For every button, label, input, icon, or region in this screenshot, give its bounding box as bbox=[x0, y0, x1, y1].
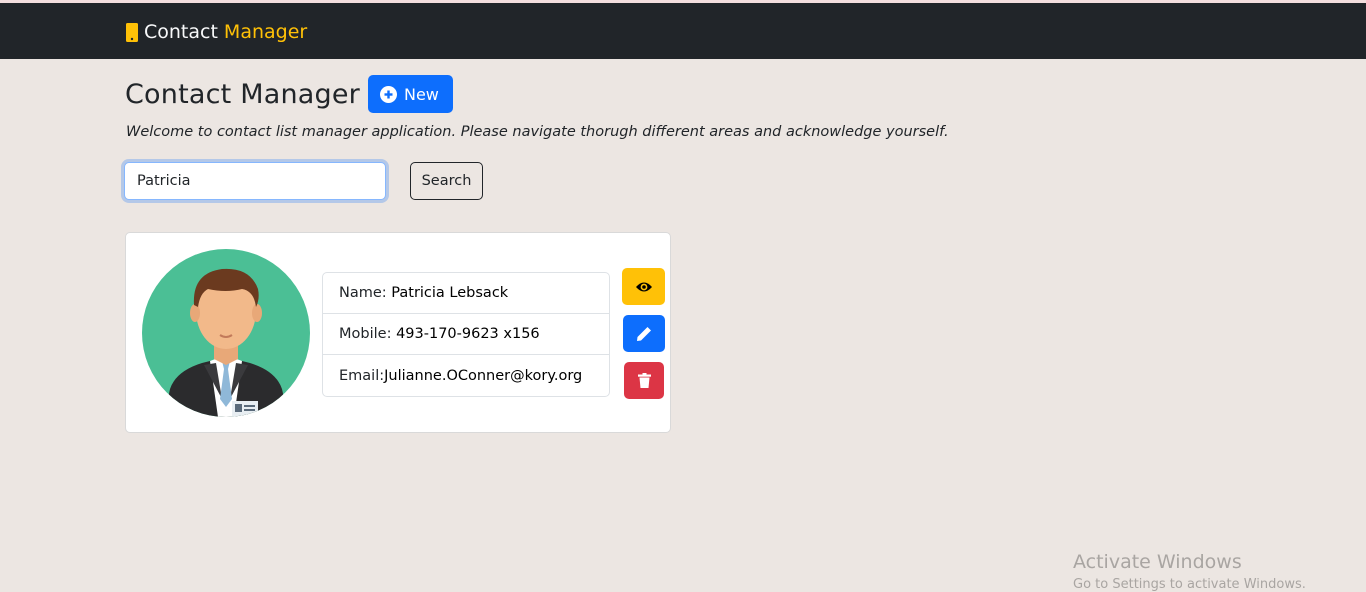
welcome-text: Welcome to contact list manager applicat… bbox=[126, 124, 949, 140]
contact-name-row: Name: Patricia Lebsack bbox=[323, 273, 609, 314]
contact-mobile: 493-170-9623 x156 bbox=[396, 326, 540, 342]
contact-name: Patricia Lebsack bbox=[391, 285, 509, 301]
contact-details-list: Name: Patricia Lebsack Mobile: 493-170-9… bbox=[322, 272, 610, 397]
edit-contact-button[interactable] bbox=[623, 315, 665, 352]
delete-contact-button[interactable] bbox=[624, 362, 664, 399]
plus-circle-icon bbox=[379, 85, 397, 103]
search-input[interactable] bbox=[124, 162, 386, 200]
contact-avatar bbox=[142, 249, 310, 417]
watermark-title: Activate Windows bbox=[1073, 551, 1242, 573]
name-label: Name: bbox=[339, 285, 392, 301]
title-row: Contact Manager New bbox=[125, 75, 453, 113]
mobile-label: Mobile: bbox=[339, 326, 397, 342]
page-title: Contact Manager bbox=[125, 78, 360, 110]
brand-text: Contact bbox=[144, 21, 218, 43]
trash-icon bbox=[637, 373, 651, 388]
new-button-label: New bbox=[403, 84, 439, 104]
mobile-phone-icon bbox=[126, 22, 138, 42]
navbar: Contact Manager bbox=[0, 3, 1366, 59]
navbar-brand[interactable]: Contact Manager bbox=[126, 20, 307, 44]
search-button[interactable]: Search bbox=[410, 162, 483, 200]
new-contact-button[interactable]: New bbox=[367, 75, 453, 113]
eye-icon bbox=[635, 282, 652, 291]
contact-email-row: Email: Julianne.OConner@kory.org bbox=[323, 355, 609, 396]
windows-activation-watermark: Activate Windows Go to Settings to activ… bbox=[1073, 551, 1306, 592]
email-label: Email: bbox=[339, 367, 385, 384]
contact-mobile-row: Mobile: 493-170-9623 x156 bbox=[323, 314, 609, 355]
contact-card: Name: Patricia Lebsack Mobile: 493-170-9… bbox=[125, 232, 671, 433]
brand-accent-text: Manager bbox=[223, 21, 308, 43]
view-contact-button[interactable] bbox=[622, 268, 665, 305]
pencil-icon bbox=[637, 326, 651, 341]
contact-email: Julianne.OConner@kory.org bbox=[384, 367, 583, 384]
